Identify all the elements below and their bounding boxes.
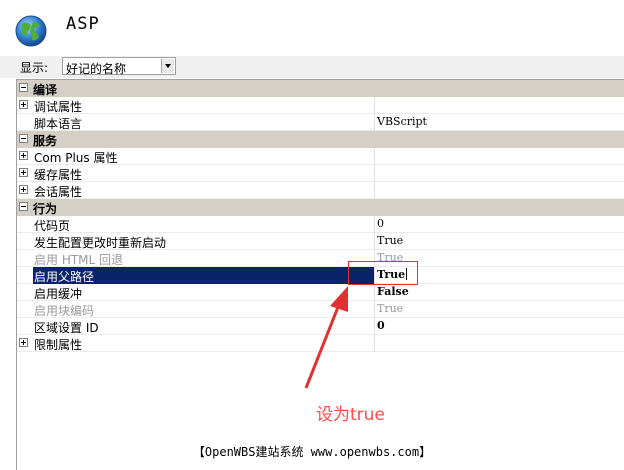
- property-row[interactable]: 会话属性: [17, 182, 624, 199]
- column-divider: [374, 284, 375, 301]
- expand-icon[interactable]: [19, 338, 28, 347]
- expand-icon[interactable]: [19, 100, 28, 109]
- property-row[interactable]: 缓存属性: [17, 165, 624, 182]
- property-name: 调试属性: [34, 100, 83, 114]
- display-mode-select[interactable]: 好记的名称: [62, 57, 176, 76]
- category-services[interactable]: 服务: [17, 131, 624, 148]
- category-compile[interactable]: 编译: [17, 80, 624, 97]
- property-value[interactable]: True: [377, 302, 403, 315]
- property-name: 缓存属性: [34, 168, 83, 182]
- column-divider: [374, 335, 375, 352]
- annotation-highlight-box: [348, 261, 418, 285]
- column-divider: [374, 182, 375, 199]
- category-label: 编译: [33, 83, 58, 97]
- column-divider: [374, 318, 375, 335]
- property-value[interactable]: VBScript: [377, 115, 427, 128]
- property-name: 脚本语言: [34, 117, 83, 131]
- property-name: 区域设置 ID: [34, 321, 99, 335]
- collapse-icon[interactable]: [19, 134, 28, 143]
- column-divider: [374, 148, 375, 165]
- property-name: 启用父路径: [34, 270, 95, 284]
- property-name: 启用缓冲: [34, 287, 83, 301]
- annotation-text: 设为true: [316, 405, 385, 425]
- expand-icon[interactable]: [19, 151, 28, 160]
- annotation-arrow-icon: [304, 286, 348, 389]
- column-divider: [374, 114, 375, 131]
- property-name: 启用 HTML 回退: [34, 253, 124, 267]
- category-behavior[interactable]: 行为: [17, 199, 624, 216]
- column-divider: [374, 233, 375, 250]
- expand-icon[interactable]: [19, 168, 28, 177]
- property-row[interactable]: 启用 HTML 回退 True: [17, 250, 624, 267]
- property-value[interactable]: True: [377, 234, 403, 247]
- property-name: 限制属性: [34, 338, 83, 352]
- property-value[interactable]: 0: [377, 217, 384, 230]
- display-label: 显示:: [20, 61, 49, 75]
- column-divider: [374, 301, 375, 318]
- property-value[interactable]: 0: [377, 319, 385, 332]
- property-name: 启用块编码: [34, 304, 95, 318]
- column-divider: [374, 165, 375, 182]
- property-row[interactable]: 代码页 0: [17, 216, 624, 233]
- property-name: Com Plus 属性: [34, 151, 118, 165]
- expand-icon[interactable]: [19, 185, 28, 194]
- header: ASP: [0, 0, 624, 56]
- property-name: 会话属性: [34, 185, 83, 199]
- property-row[interactable]: 调试属性: [17, 97, 624, 114]
- property-row[interactable]: Com Plus 属性: [17, 148, 624, 165]
- display-toolbar: 显示: 好记的名称: [0, 56, 624, 78]
- display-mode-value: 好记的名称: [66, 62, 127, 76]
- property-row[interactable]: 发生配置更改时重新启动 True: [17, 233, 624, 250]
- property-name: 代码页: [34, 219, 71, 233]
- property-row[interactable]: 脚本语言 VBScript: [17, 114, 624, 131]
- collapse-icon[interactable]: [19, 83, 28, 92]
- property-row-selected[interactable]: 启用父路径 True: [17, 267, 624, 284]
- chevron-down-icon[interactable]: [161, 59, 174, 73]
- globe-icon: [15, 15, 47, 47]
- category-label: 服务: [33, 134, 58, 148]
- column-divider: [374, 97, 375, 114]
- collapse-icon[interactable]: [19, 202, 28, 211]
- column-divider: [374, 216, 375, 233]
- page-title: ASP: [66, 14, 100, 34]
- footer-credit: 【OpenWBS建站系统 www.openwbs.com】: [192, 445, 432, 459]
- property-value[interactable]: False: [377, 285, 409, 298]
- property-name: 发生配置更改时重新启动: [34, 236, 167, 250]
- category-label: 行为: [33, 202, 58, 216]
